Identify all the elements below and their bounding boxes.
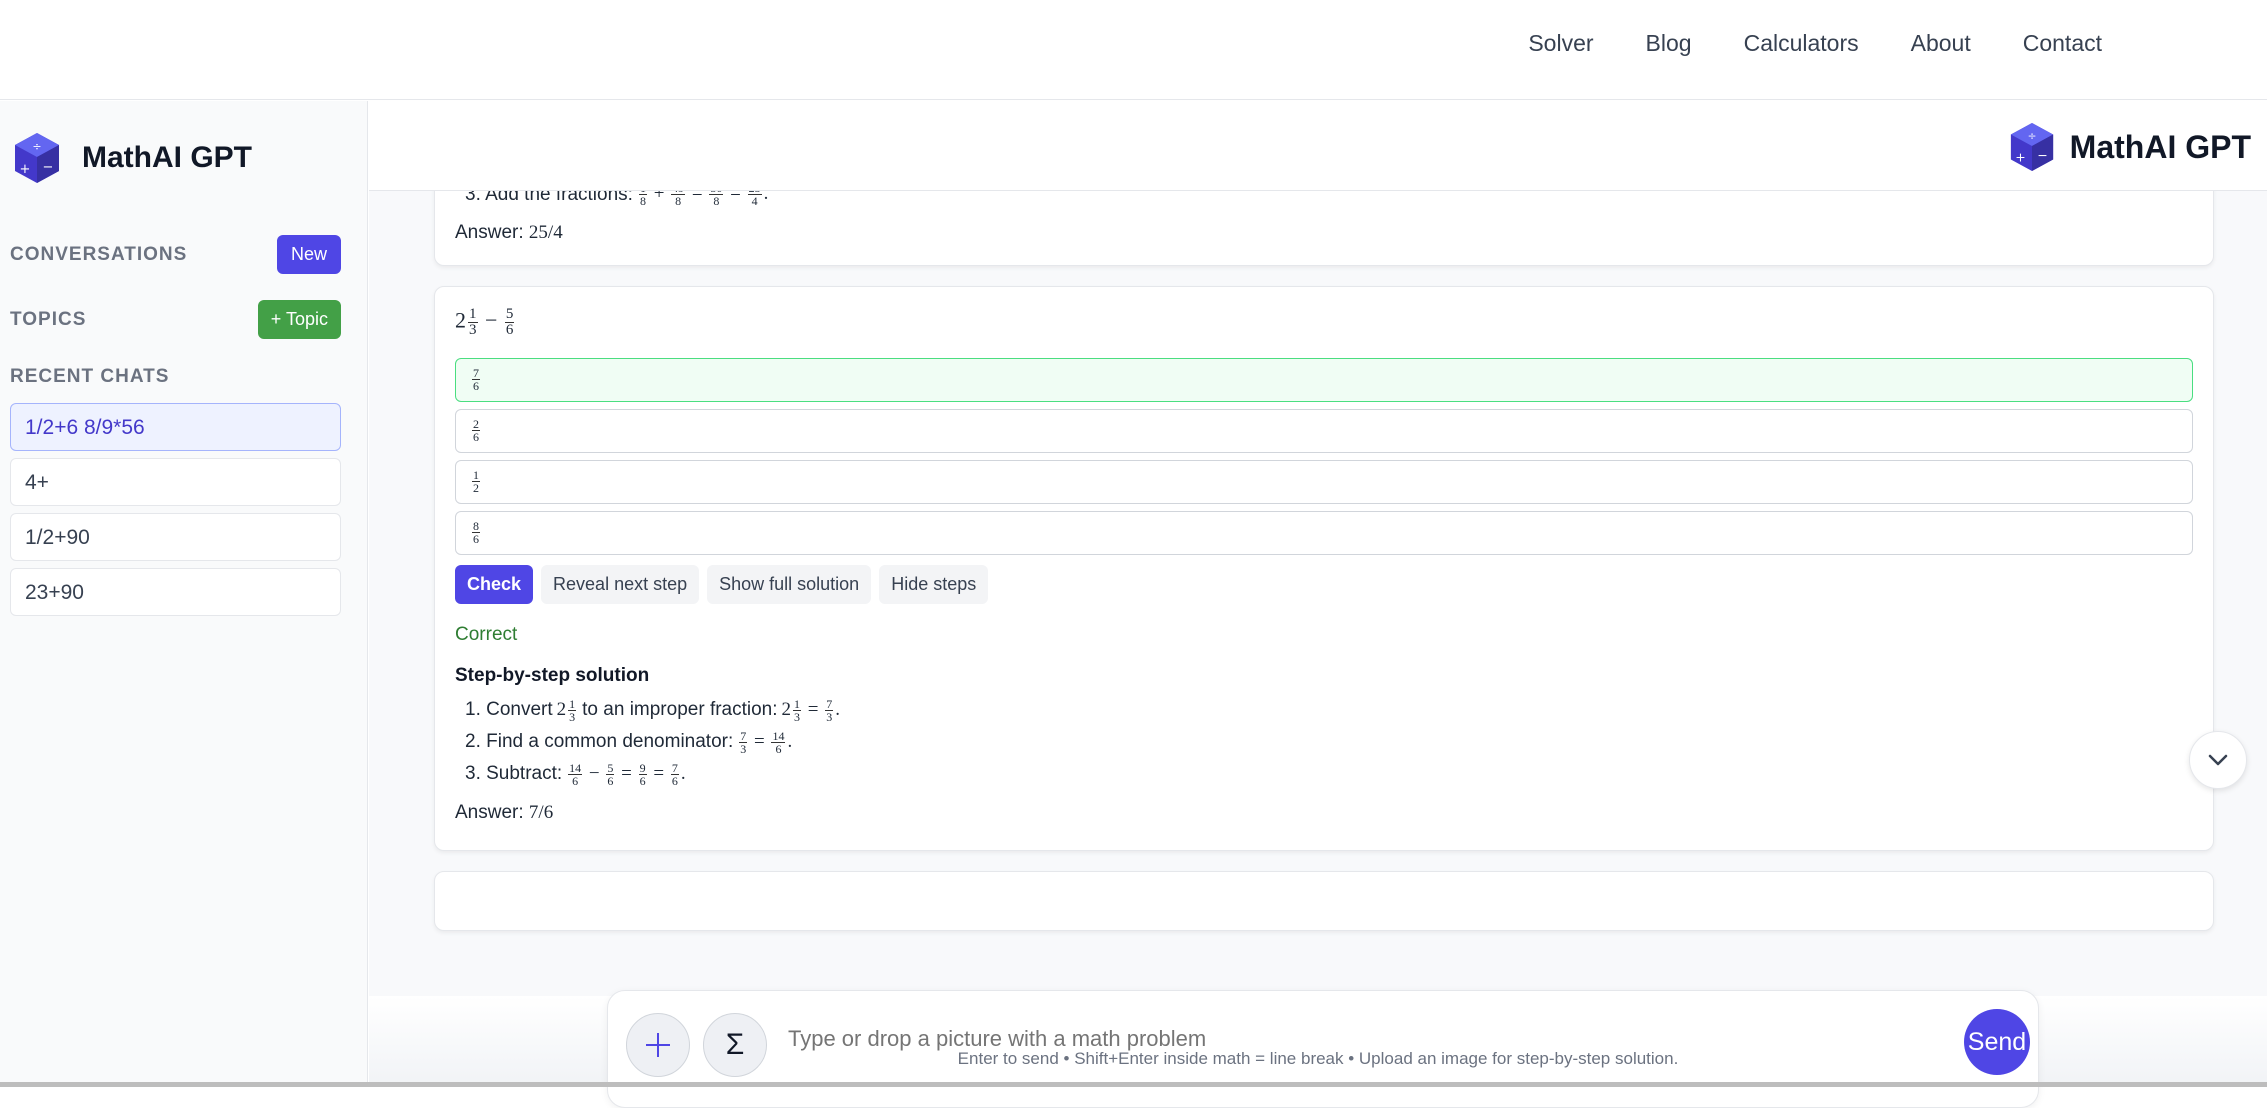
composer-hint: Enter to send • Shift+Enter inside math … — [957, 1049, 1679, 1068]
recent-chats-list: 1/2+6 8/9*56 4+ 1/2+90 23+90 — [10, 403, 341, 616]
step-math: 213 — [556, 696, 577, 724]
chevron-down-icon — [2208, 754, 2228, 766]
mathai-logo-icon: ÷ + − — [15, 133, 59, 183]
svg-text:+: + — [20, 162, 31, 177]
problem-card: 3. Add the fractions: 18 + 498 = 508 = 2… — [434, 191, 2214, 266]
nav-link-about[interactable]: About — [1911, 30, 1971, 57]
step-math: 213 = 73. — [781, 696, 840, 724]
topics-section: TOPICS + Topic — [10, 300, 341, 339]
numerator: 1 — [468, 306, 478, 323]
sidebar-brand[interactable]: ÷ + − MathAI GPT — [12, 131, 252, 185]
nav-link-solver[interactable]: Solver — [1528, 30, 1593, 57]
answer-line: Answer: 25/4 — [455, 222, 563, 244]
solution-steps: 1. Convert 213 to an improper fraction: … — [465, 694, 840, 790]
composer-area: Σ Send — [369, 990, 2267, 1108]
chat-item[interactable]: 23+90 — [10, 568, 341, 616]
denominator: 3 — [469, 322, 477, 338]
step-math: 73 = 14 6. — [739, 728, 793, 756]
step-text: 3. Subtract: — [465, 763, 563, 784]
action-buttons: Check Reveal next step Show full solutio… — [455, 565, 989, 604]
nav-link-calculators[interactable]: Calculators — [1744, 30, 1859, 57]
sidebar: ÷ + − MathAI GPT CONVERSATIONS New TOPIC… — [0, 101, 368, 1087]
scroll-down-button[interactable] — [2189, 731, 2247, 789]
hide-steps-button[interactable]: Hide steps — [879, 565, 989, 604]
mathai-logo-icon: ÷ + − — [2010, 123, 2053, 171]
solution-step: 2. Find a common denominator: 73 = 14 6. — [465, 726, 840, 758]
top-navigation: Solver Blog Calculators About Contact — [0, 0, 2267, 100]
new-conversation-button[interactable]: New — [276, 235, 341, 274]
step-math: 14 6 − 56 = 96 = 76. — [568, 760, 686, 788]
denominator: 2 — [473, 481, 479, 495]
sidebar-brand-title: MathAI GPT — [82, 141, 252, 174]
svg-text:+: + — [2015, 149, 2025, 164]
svg-text:−: − — [43, 160, 54, 175]
fraction: 86 — [472, 520, 480, 545]
fraction: 12 — [472, 469, 480, 494]
nav-link-blog[interactable]: Blog — [1646, 30, 1692, 57]
add-topic-button[interactable]: + Topic — [257, 300, 341, 339]
denominator: 6 — [473, 430, 479, 444]
fraction: 56 — [504, 306, 515, 338]
answer-value: 7/6 — [528, 802, 554, 823]
solution-step: 3. Add the fractions: 18 + 498 = 508 = 2… — [465, 191, 768, 207]
steps-title: Step-by-step solution — [455, 665, 650, 686]
svg-text:÷: ÷ — [2027, 130, 2036, 142]
solution-step: 3. Subtract: 14 6 − 56 = 96 = 76. — [465, 758, 840, 790]
fraction: 26 — [472, 418, 480, 443]
chat-scroll-area[interactable]: 3. Add the fractions: 18 + 498 = 508 = 2… — [369, 191, 2267, 996]
solution-step: 1. Convert 213 to an improper fraction: … — [465, 694, 840, 726]
answer-label: Answer: — [455, 802, 524, 823]
recent-chats-section: RECENT CHATS — [10, 366, 341, 388]
recent-chats-label: RECENT CHATS — [10, 366, 170, 387]
denominator: 6 — [505, 322, 514, 338]
denominator: 6 — [473, 532, 479, 546]
denominator: 6 — [473, 379, 479, 393]
answer-value: 25/4 — [528, 222, 563, 243]
check-button[interactable]: Check — [455, 565, 534, 604]
answer-label: Answer: — [455, 222, 524, 243]
svg-text:÷: ÷ — [32, 140, 41, 153]
chat-item[interactable]: 1/2+6 8/9*56 — [10, 403, 341, 451]
conversations-label: CONVERSATIONS — [10, 243, 188, 265]
result-status: Correct — [455, 624, 518, 645]
conversations-section: CONVERSATIONS New — [10, 235, 341, 274]
step-math: 18 + 498 = 508 = 254. — [637, 191, 768, 207]
fraction: 13 — [468, 307, 478, 338]
window-bottom-edge — [0, 1082, 2267, 1087]
step-text: 1. Convert — [465, 699, 553, 720]
show-full-solution-button[interactable]: Show full solution — [707, 565, 872, 604]
whole-number: 2 — [455, 307, 466, 333]
problem-expression: 213 − 56 — [455, 307, 516, 338]
answer-option[interactable]: 86 — [455, 511, 2193, 555]
answer-option[interactable]: 26 — [455, 409, 2193, 453]
operator: − — [485, 307, 498, 333]
numerator: 5 — [504, 306, 515, 323]
answer-options: 76 26 12 86 — [455, 358, 2193, 555]
step-text: to an improper fraction: — [582, 699, 778, 720]
problem-card: 213 − 56 76 26 12 86 Check Reveal next s… — [434, 286, 2214, 851]
answer-line: Answer: 7/6 — [455, 802, 553, 824]
main-brand-title: MathAI GPT — [2069, 128, 2251, 165]
main-area: ÷ + − MathAI GPT 3. Add the fractions: 1… — [369, 101, 2267, 1108]
chat-item[interactable]: 4+ — [10, 458, 341, 506]
problem-card — [434, 871, 2214, 931]
answer-option[interactable]: 12 — [455, 460, 2193, 504]
svg-text:−: − — [2037, 147, 2047, 162]
fraction: 76 — [472, 367, 480, 392]
main-brand[interactable]: ÷ + − MathAI GPT — [2008, 121, 2251, 173]
topics-label: TOPICS — [10, 308, 87, 330]
step-text: 3. Add the fractions: — [465, 191, 633, 205]
main-header: ÷ + − MathAI GPT — [369, 101, 2267, 191]
answer-option[interactable]: 76 — [455, 358, 2193, 402]
step-text: 2. Find a common denominator: — [465, 731, 734, 752]
nav-links: Solver Blog Calculators About Contact — [1528, 30, 2102, 57]
reveal-next-step-button[interactable]: Reveal next step — [541, 565, 700, 604]
chat-item[interactable]: 1/2+90 — [10, 513, 341, 561]
nav-link-contact[interactable]: Contact — [2023, 30, 2102, 57]
